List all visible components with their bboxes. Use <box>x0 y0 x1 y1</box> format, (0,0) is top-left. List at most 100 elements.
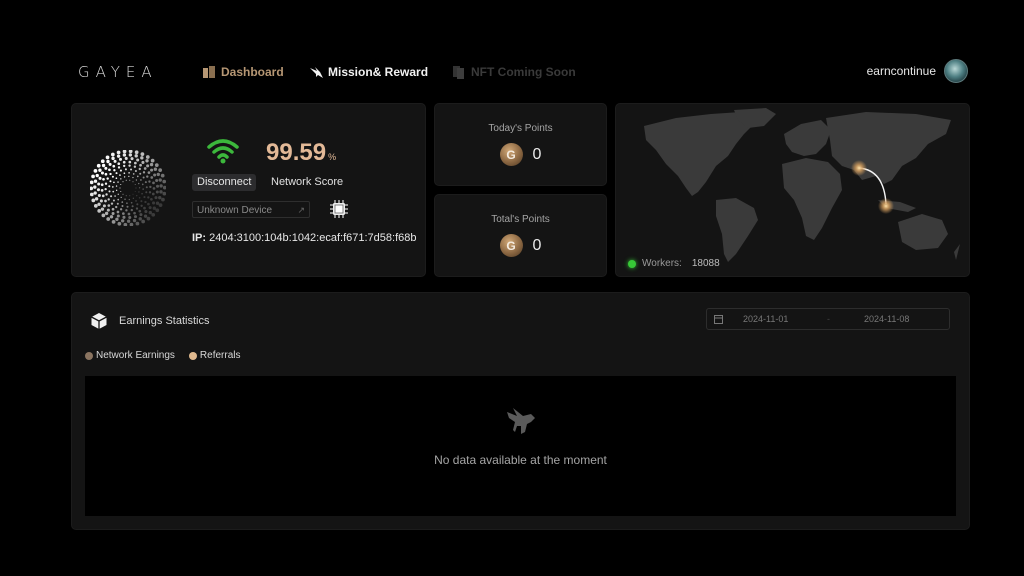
spiral-dot <box>138 209 142 213</box>
spiral-dot <box>91 174 95 179</box>
earnings-title: Earnings Statistics <box>119 315 210 327</box>
calendar-icon <box>714 315 723 324</box>
south-america <box>716 198 758 262</box>
spiral-dot <box>122 153 127 157</box>
workers-value: 18088 <box>691 258 720 269</box>
earnings-statistics-card: Earnings Statistics 2024-11-01 - 2024-11… <box>71 292 970 530</box>
spiral-dot <box>158 195 162 200</box>
spiral-dot <box>144 210 148 214</box>
spiral-dot <box>123 222 128 226</box>
spiral-dot <box>122 150 127 154</box>
legend-referrals[interactable]: Referrals <box>188 350 241 361</box>
world-map[interactable] <box>616 104 969 276</box>
world-map-card: Workers: 18088 <box>615 103 970 277</box>
nav-dashboard[interactable]: Dashboard <box>203 65 284 79</box>
spiral-dot <box>96 163 101 168</box>
spiral-dot <box>93 168 98 173</box>
start-date[interactable]: 2024-11-01 <box>743 314 788 324</box>
spiral-dot <box>155 190 159 194</box>
spiral-dot <box>112 164 116 168</box>
spiral-dot <box>142 188 144 190</box>
spiral-dot <box>104 187 107 191</box>
spiral-dot <box>152 201 156 205</box>
asia <box>826 112 951 184</box>
spiral-dot <box>98 168 102 172</box>
todays-points-value: 0 <box>532 145 542 163</box>
spiral-dot <box>143 196 146 199</box>
spiral-dot <box>142 176 145 179</box>
spiral-dot <box>113 159 117 163</box>
spiral-dot <box>124 168 127 171</box>
spiral-dot <box>132 197 135 199</box>
spiral-dot <box>120 190 122 192</box>
spiral-dot <box>162 185 166 190</box>
new-zealand <box>954 244 960 260</box>
australia <box>898 214 948 250</box>
spiral-dot <box>128 153 133 157</box>
nav-mission-reward[interactable]: Mission& Reward <box>310 65 428 79</box>
spiral-dot <box>155 208 160 213</box>
spiral-dot <box>140 200 143 203</box>
spiral-dot <box>116 202 119 205</box>
date-range-picker[interactable]: 2024-11-01 - 2024-11-08 <box>706 308 950 330</box>
spiral-dot <box>130 157 134 161</box>
score-number: 99.59 <box>266 139 327 166</box>
spiral-dot <box>122 215 126 219</box>
spiral-dot <box>100 207 105 211</box>
edit-icon[interactable]: ↗ <box>297 202 305 219</box>
workers-label: Workers: <box>642 258 682 269</box>
nav-nft-label: NFT Coming Soon <box>471 65 576 79</box>
spiral-dot <box>116 154 121 158</box>
spiral-dot <box>152 206 157 210</box>
spiral-dot <box>140 152 145 156</box>
spiral-dot <box>129 222 134 226</box>
cards-icon <box>453 65 464 79</box>
spiral-dot <box>111 207 115 211</box>
spiral-dot <box>119 169 122 172</box>
legend-network-earnings[interactable]: Network Earnings <box>85 350 175 361</box>
gaea-logo[interactable]: GAYEA <box>78 63 158 81</box>
spiral-dot <box>93 204 98 208</box>
spiral-dot <box>115 185 118 187</box>
spiral-dot <box>126 202 128 204</box>
spiral-dot <box>148 210 152 215</box>
spiral-dot <box>108 190 111 193</box>
ip-value: 2404:3100:104b:1042:ecaf:f671:7d58:f68b <box>209 232 417 244</box>
disconnect-button[interactable]: Disconnect <box>192 174 257 191</box>
spiral-dot <box>159 184 163 188</box>
spiral-dot <box>90 180 94 185</box>
spiral-dot <box>108 162 112 166</box>
spiral-dot <box>122 181 124 183</box>
nav-nft[interactable]: NFT Coming Soon <box>453 65 576 79</box>
avatar[interactable] <box>944 59 968 83</box>
spiral-dot <box>138 182 140 185</box>
spiral-dot <box>149 162 154 167</box>
spiral-dot <box>101 194 105 198</box>
spiral-dot <box>117 181 119 183</box>
spiral-logo-icon <box>90 150 166 226</box>
spiral-dot <box>138 191 140 193</box>
chip-icon[interactable] <box>330 200 348 218</box>
spiral-dot <box>128 160 132 164</box>
spiral-dot <box>131 205 134 208</box>
todays-points-label: Today's Points <box>488 123 553 134</box>
wifi-icon <box>207 139 239 164</box>
spiral-dot <box>122 212 125 215</box>
spiral-dot <box>135 200 137 202</box>
spiral-dot <box>115 172 118 175</box>
user-menu[interactable]: earncontinue <box>867 59 968 83</box>
spiral-dot <box>149 185 152 189</box>
spiral-dot <box>147 202 150 206</box>
spiral-dot <box>140 156 144 160</box>
spiral-dot <box>113 181 115 184</box>
spiral-dot <box>161 197 165 202</box>
spiral-dot <box>125 195 127 197</box>
spiral-dot <box>139 172 142 175</box>
spiral-dot <box>129 195 131 197</box>
spiral-dot <box>102 204 106 208</box>
legend-dot <box>188 351 197 360</box>
end-date[interactable]: 2024-11-08 <box>864 314 909 324</box>
spiral-dot <box>135 221 140 226</box>
device-name-field[interactable]: Unknown Device ↗ <box>192 201 310 218</box>
spiral-dot <box>100 189 104 192</box>
